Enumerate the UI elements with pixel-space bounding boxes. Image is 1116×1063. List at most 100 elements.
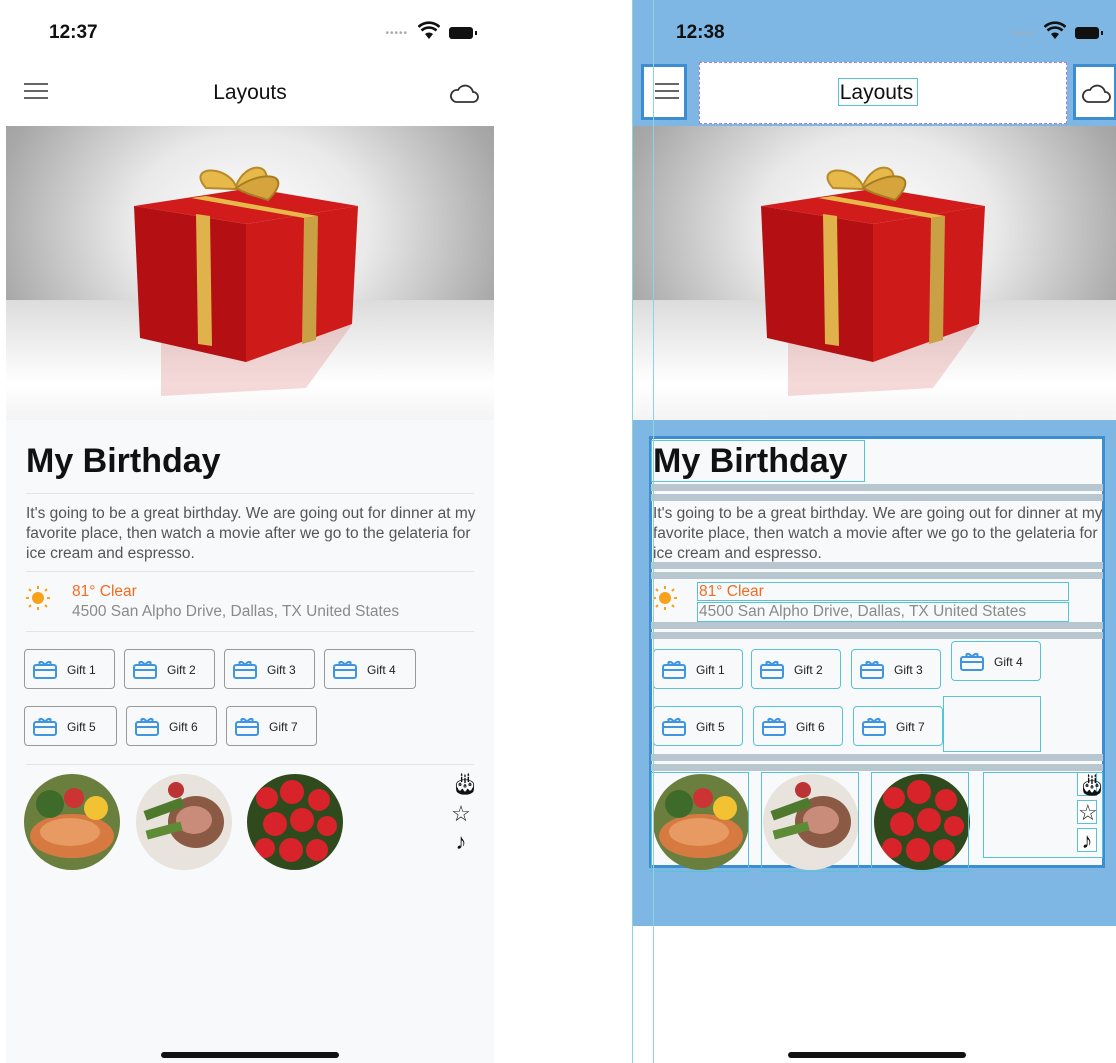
gift-button-1[interactable]: Gift 1 — [24, 649, 115, 689]
guide-line — [653, 0, 654, 1063]
food-photo-strawberries[interactable] — [247, 774, 343, 870]
navigation-bar: Layouts — [6, 62, 494, 126]
divider — [26, 631, 474, 632]
gift-button-3[interactable]: Gift 3 — [224, 649, 315, 689]
gift-button-2[interactable]: Gift 2 — [124, 649, 215, 689]
address-frame — [697, 602, 1069, 622]
star-icon[interactable]: ☆ — [451, 802, 471, 826]
cake-icon[interactable]: 🎂︎ — [451, 772, 479, 796]
gift-button-7[interactable]: Gift 7 — [226, 706, 317, 746]
spacer — [651, 622, 1103, 629]
gift-button-5[interactable]: Gift 5 — [24, 706, 117, 746]
title-frame — [651, 440, 865, 482]
gift-box-image — [134, 166, 358, 396]
divider — [26, 764, 474, 765]
gift-label: Gift 2 — [794, 663, 823, 677]
gift-label: Gift 6 — [796, 720, 825, 734]
spacer — [651, 572, 1103, 579]
gift-label: Gift 3 — [267, 663, 296, 677]
wifi-icon — [1044, 21, 1066, 39]
empty-cell-frame — [943, 696, 1041, 752]
event-description: It's going to be a great birthday. We ar… — [26, 505, 476, 562]
spacer — [651, 632, 1103, 639]
event-title: My Birthday — [26, 442, 221, 480]
gift-icon — [762, 717, 786, 736]
spacer — [651, 494, 1103, 501]
gift-icon — [860, 660, 884, 679]
gift-icon — [133, 660, 157, 679]
gift-label: Gift 7 — [896, 720, 925, 734]
divider — [26, 571, 474, 572]
gift-button-6[interactable]: Gift 6 — [126, 706, 217, 746]
gift-button-3[interactable]: Gift 3 — [851, 649, 941, 689]
weather-frame — [697, 582, 1069, 601]
gift-label: Gift 3 — [894, 663, 923, 677]
spacer — [651, 754, 1103, 761]
cloud-icon[interactable] — [1080, 80, 1112, 108]
gift-icon — [33, 660, 57, 679]
gift-button-7[interactable]: Gift 7 — [853, 706, 943, 746]
gift-label: Gift 2 — [167, 663, 196, 677]
gift-label: Gift 5 — [696, 720, 725, 734]
gift-icon — [862, 717, 886, 736]
home-indicator — [788, 1052, 966, 1058]
gift-icon — [135, 717, 159, 736]
gift-button-6[interactable]: Gift 6 — [753, 706, 843, 746]
gift-icon — [33, 717, 57, 736]
battery-icon — [1075, 27, 1103, 39]
battery-icon — [449, 27, 477, 39]
gift-button-4[interactable]: Gift 4 — [951, 641, 1041, 681]
gift-icon — [235, 717, 259, 736]
gift-label: Gift 1 — [696, 663, 725, 677]
status-bar: 12:37 ••••• — [6, 0, 494, 62]
gift-button-4[interactable]: Gift 4 — [324, 649, 416, 689]
gift-icon — [233, 660, 257, 679]
gift-label: Gift 4 — [367, 663, 396, 677]
photo-frame — [871, 772, 969, 872]
gift-button-1[interactable]: Gift 1 — [653, 649, 743, 689]
status-bar: 12:38 ••••• — [633, 0, 1116, 62]
gift-button-5[interactable]: Gift 5 — [653, 706, 743, 746]
nav-title: Layouts — [213, 81, 287, 104]
sun-icon — [653, 586, 677, 610]
spacer — [651, 764, 1103, 771]
photo-frame — [761, 772, 859, 872]
phone-screen-left: 12:37 ••••• Layouts My Birthday It's goi… — [6, 0, 494, 1063]
signal-icon: ••••• — [385, 28, 408, 39]
gift-label: Gift 1 — [67, 663, 96, 677]
divider — [26, 493, 474, 494]
gift-box-image — [761, 166, 985, 396]
home-indicator — [161, 1052, 339, 1058]
gift-icon — [662, 660, 686, 679]
event-description: It's going to be a great birthday. We ar… — [653, 505, 1103, 562]
gift-icon — [760, 660, 784, 679]
sun-icon — [26, 586, 50, 610]
music-note-icon[interactable]: ♪ — [1077, 828, 1097, 853]
spacer — [651, 562, 1103, 569]
food-photo-steak[interactable] — [136, 774, 232, 870]
wifi-icon — [418, 21, 440, 39]
status-time: 12:37 — [49, 22, 98, 43]
gift-icon — [333, 660, 357, 679]
gift-icon — [662, 717, 686, 736]
signal-icon: ••••• — [1011, 28, 1034, 39]
gift-label: Gift 6 — [169, 720, 198, 734]
cake-icon[interactable]: 🎂︎ — [1077, 772, 1106, 797]
food-photo-salmon[interactable] — [24, 774, 120, 870]
spacer — [651, 484, 1103, 491]
phone-screen-right-debug: 12:38 ••••• Layouts My Birthday It's goi… — [632, 0, 1116, 1063]
gift-label: Gift 4 — [994, 655, 1023, 669]
hero-image — [633, 126, 1116, 420]
gift-button-2[interactable]: Gift 2 — [751, 649, 841, 689]
star-icon[interactable]: ☆ — [1077, 800, 1098, 825]
music-note-icon[interactable]: ♪ — [451, 830, 471, 854]
content-area: My Birthday It's going to be a great bir… — [633, 420, 1116, 1063]
navigation-bar: Layouts — [633, 62, 1116, 126]
weather-label: 81° Clear — [72, 583, 137, 600]
cloud-icon[interactable] — [448, 80, 480, 108]
hero-image — [6, 126, 494, 420]
gift-label: Gift 7 — [269, 720, 298, 734]
gift-icon — [960, 652, 984, 671]
status-time: 12:38 — [676, 22, 725, 43]
content-area: My Birthday It's going to be a great bir… — [6, 420, 494, 1063]
